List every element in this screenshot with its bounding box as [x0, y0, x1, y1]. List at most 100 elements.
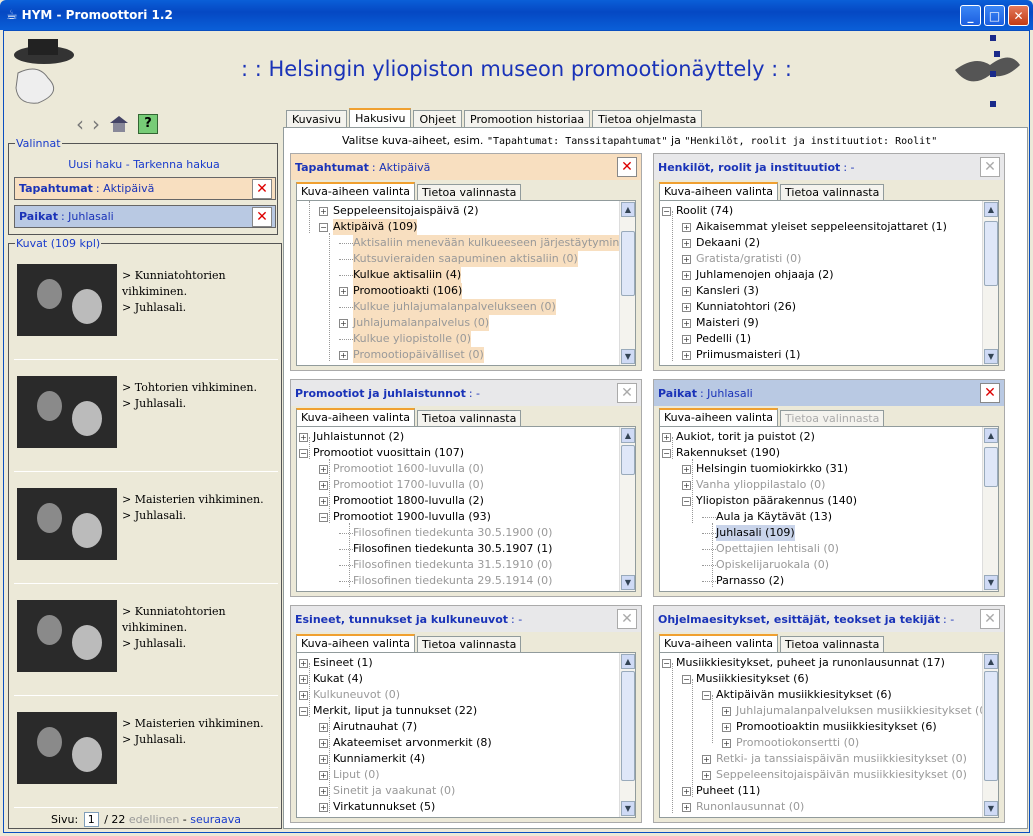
help-icon[interactable]: ?: [138, 114, 158, 134]
tree-node[interactable]: Filosofinen tiedekunta 29.5.1914 (0): [339, 573, 552, 589]
tree-node[interactable]: + Pedelli (1): [682, 331, 751, 347]
tree-node[interactable]: + Promootiokonsertti (0): [722, 735, 859, 751]
tree-scrollbar[interactable]: ▲ ▼: [982, 653, 998, 817]
tree-node[interactable]: − Yliopiston päärakennus (140): [682, 493, 857, 509]
page-select[interactable]: 1: [83, 812, 99, 827]
tree-node[interactable]: − Aktipäivän musiikkiesitykset (6): [702, 687, 892, 703]
tree-node[interactable]: Kutsuvieraiden saapuminen aktisaliin (0): [339, 251, 578, 267]
home-icon[interactable]: [108, 114, 130, 134]
tab-kuva-aihe[interactable]: Kuva-aiheen valinta: [296, 408, 416, 426]
image-item[interactable]: > Kunniatohtorien vihkiminen. > Juhlasali…: [14, 252, 278, 360]
tree-node[interactable]: + Maisteri (9): [682, 315, 759, 331]
tree-node[interactable]: + Promootioaktin musiikkiesitykset (6): [722, 719, 937, 735]
tab-tietoa-valinnasta[interactable]: Tietoa valinnasta: [780, 184, 885, 200]
tree-node[interactable]: Filosofinen tiedekunta 30.5.1907 (1): [339, 541, 552, 557]
tree-node[interactable]: + Sinetit ja vaakunat (0): [319, 783, 455, 799]
tab-tietoa-valinnasta[interactable]: Tietoa valinnasta: [417, 410, 522, 426]
tree-node[interactable]: Parnasso (2): [702, 573, 784, 589]
new-search-link[interactable]: Uusi haku - Tarkenna hakua: [9, 158, 279, 171]
tree-node[interactable]: + Akateemiset arvonmerkit (8): [319, 735, 492, 751]
tab-hakusivu[interactable]: Hakusivu: [349, 108, 412, 127]
image-item[interactable]: > Kunniatohtorien vihkiminen. > Juhlasali…: [14, 588, 278, 696]
clear-selection-icon[interactable]: ✕: [617, 157, 637, 177]
tree-scrollbar[interactable]: ▲ ▼: [619, 427, 635, 591]
tab-tietoa[interactable]: Tietoa ohjelmasta: [592, 110, 703, 127]
tree-node[interactable]: Kulkue aktisaliin (4): [339, 267, 462, 283]
photo-thumbnail[interactable]: [17, 264, 117, 336]
tab-historia[interactable]: Promootion historiaa: [464, 110, 591, 127]
tree-node[interactable]: − Musiikkiesitykset (6): [682, 671, 809, 687]
tree-node[interactable]: + Dekaani (2): [682, 235, 760, 251]
tree-node[interactable]: + Aikaisemmat yleiset seppeleensitojattar…: [682, 219, 947, 235]
tree-node[interactable]: + Kukat (4): [299, 671, 363, 687]
tree-node[interactable]: + Juhlajumalanpalveluksen musiikkiesityks…: [722, 703, 991, 719]
tree-node[interactable]: Filosofinen tiedekunta 31.5.1910 (0): [339, 557, 552, 573]
tab-kuva-aihe[interactable]: Kuva-aiheen valinta: [296, 634, 416, 652]
image-item[interactable]: > Tohtorien vihkiminen. > Juhlasali.: [14, 364, 278, 472]
tab-kuvasivu[interactable]: Kuvasivu: [286, 110, 348, 127]
tree-node[interactable]: + Promootiot 1700-luvulla (0): [319, 477, 484, 493]
tree-node[interactable]: + Priimusmaisteri (1): [682, 347, 800, 363]
tree-node[interactable]: + Promootiopäivälliset (0): [339, 347, 484, 363]
tree-node[interactable]: + Gratista/gratisti (0): [682, 251, 801, 267]
tree-node[interactable]: − Roolit (74): [662, 203, 733, 219]
tree-node[interactable]: + Kunniamerkit (4): [319, 751, 425, 767]
maximize-button[interactable]: □: [984, 5, 1005, 26]
tab-tietoa-valinnasta[interactable]: Tietoa valinnasta: [417, 184, 522, 200]
tree-node[interactable]: + Helsingin tuomiokirkko (31): [682, 461, 848, 477]
tree-node[interactable]: + Juhlamenojen ohjaaja (2): [682, 267, 834, 283]
tree-scrollbar[interactable]: ▲ ▼: [982, 201, 998, 365]
tree-node[interactable]: + Juhlaistunnot (2): [299, 429, 404, 445]
tree-node[interactable]: + Puheet (11): [682, 783, 760, 799]
tree-node[interactable]: + Promootiot 1800-luvulla (2): [319, 493, 484, 509]
tree-node[interactable]: + Retki- ja tanssiaispäivän musiikkiesity…: [702, 751, 967, 767]
tree-node[interactable]: + Esineet (1): [299, 655, 373, 671]
tree-node[interactable]: + Kansleri (3): [682, 283, 759, 299]
tree-node[interactable]: + Promootiot 1600-luvulla (0): [319, 461, 484, 477]
photo-thumbnail[interactable]: [17, 600, 117, 672]
tree-node[interactable]: + Runonlausunnat (0): [682, 799, 804, 815]
tree-node[interactable]: + Seppeleensitojaispäivän musiikkiesityks…: [702, 767, 967, 783]
tree-node[interactable]: + Kulkuneuvot (0): [299, 687, 400, 703]
tree-node[interactable]: + Seppeleensitojaispäivä (2): [319, 203, 479, 219]
tree-node-selected[interactable]: Juhlasali (109): [702, 525, 795, 541]
tree-node[interactable]: Filosofinen tiedekunta 30.5.1900 (0): [339, 525, 552, 541]
tab-ohjeet[interactable]: Ohjeet: [413, 110, 462, 127]
clear-selection-icon[interactable]: ✕: [980, 383, 1000, 403]
tree-node[interactable]: + Juhlajumalanpalvelus (0): [339, 315, 490, 331]
tree-node[interactable]: − Musiikkiesitykset, puheet ja runonlausu…: [662, 655, 945, 671]
tree-node[interactable]: + Promootioakti (106): [339, 283, 463, 299]
remove-selection-icon[interactable]: ✕: [252, 207, 272, 227]
next-page-link[interactable]: seuraava: [190, 813, 241, 826]
back-icon[interactable]: ‹: [76, 112, 84, 136]
tree-node[interactable]: − Promootiot vuosittain (107): [299, 445, 464, 461]
tree-node[interactable]: Opettajien lehtisali (0): [702, 541, 839, 557]
tree-scrollbar[interactable]: ▲ ▼: [619, 653, 635, 817]
tree-node[interactable]: − Rakennukset (190): [662, 445, 780, 461]
tree-scrollbar[interactable]: ▲ ▼: [619, 201, 635, 365]
tree-node[interactable]: − Aktipäivä (109): [319, 219, 418, 235]
tree-scrollbar[interactable]: ▲ ▼: [982, 427, 998, 591]
tab-kuva-aihe[interactable]: Kuva-aiheen valinta: [659, 634, 779, 652]
close-button[interactable]: ✕: [1008, 5, 1029, 26]
tree-node[interactable]: + Liput (0): [319, 767, 380, 783]
tree-node[interactable]: − Promootiot 1900-luvulla (93): [319, 509, 491, 525]
tree-node[interactable]: + Aukiot, torit ja puistot (2): [662, 429, 815, 445]
tab-tietoa-valinnasta[interactable]: Tietoa valinnasta: [780, 636, 885, 652]
minimize-button[interactable]: _: [960, 5, 981, 26]
photo-thumbnail[interactable]: [17, 712, 117, 784]
tree-node[interactable]: − Merkit, liput ja tunnukset (22): [299, 703, 477, 719]
forward-icon[interactable]: ›: [92, 112, 100, 136]
tree-node[interactable]: + Virkatunnukset (5): [319, 799, 435, 815]
tree-node[interactable]: + Kunniatohtori (26): [682, 299, 796, 315]
remove-selection-icon[interactable]: ✕: [252, 179, 272, 199]
tree-node[interactable]: Aula ja Käytävät (13): [702, 509, 832, 525]
tree-node[interactable]: Aktisaliin menevään kulkueeseen järjestä…: [339, 235, 635, 251]
tab-kuva-aihe[interactable]: Kuva-aiheen valinta: [659, 182, 779, 200]
tab-kuva-aihe[interactable]: Kuva-aiheen valinta: [296, 182, 416, 200]
tree-node[interactable]: + Vanha ylioppilastalo (0): [682, 477, 825, 493]
tab-kuva-aihe[interactable]: Kuva-aiheen valinta: [659, 408, 779, 426]
tree-node[interactable]: Kulkue juhlajumalanpalvelukseen (0): [339, 299, 556, 315]
photo-thumbnail[interactable]: [17, 376, 117, 448]
photo-thumbnail[interactable]: [17, 488, 117, 560]
